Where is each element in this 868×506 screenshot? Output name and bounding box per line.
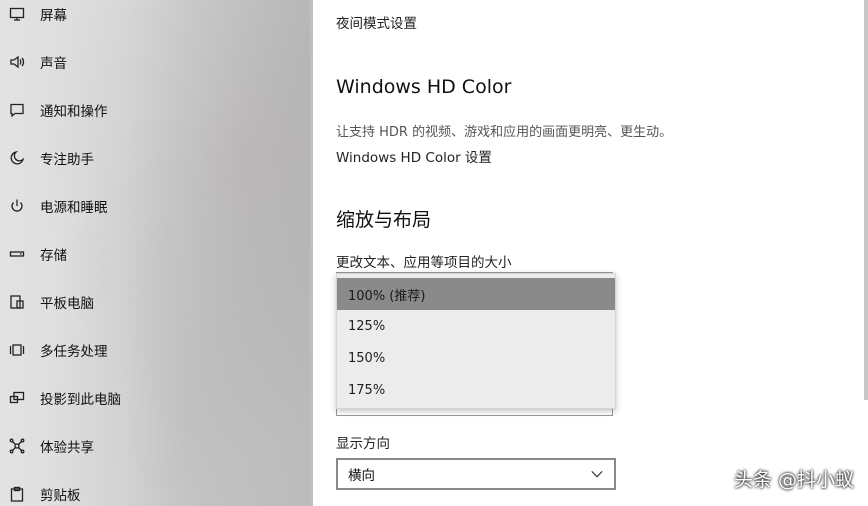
scale-label: 更改文本、应用等项目的大小 [336,255,512,271]
sidebar-item-project-to-pc[interactable]: 投影到此电脑 [0,376,310,420]
scale-option-175[interactable]: 175% [337,374,615,406]
sidebar-item-tablet[interactable]: 平板电脑 [0,280,310,324]
sidebar-item-sound[interactable]: 声音 [0,40,310,84]
sidebar-item-label: 平板电脑 [40,296,94,312]
orientation-value: 横向 [348,468,375,484]
moon-icon [8,149,26,167]
sidebar-item-multitasking[interactable]: 多任务处理 [0,328,310,372]
sidebar-item-label: 声音 [40,56,67,72]
hdr-settings-link[interactable]: Windows HD Color 设置 [336,146,492,166]
sidebar-item-focus-assist[interactable]: 专注助手 [0,136,310,180]
scale-option-150[interactable]: 150% [337,342,615,374]
sidebar-item-label: 剪贴板 [40,488,81,504]
monitor-icon [8,5,26,23]
watermark: 头条 @抖小蚁 [733,469,854,491]
sidebar-item-label: 通知和操作 [40,104,108,120]
sidebar-item-power[interactable]: 电源和睡眠 [0,184,310,228]
sidebar-item-shared-experiences[interactable]: 体验共享 [0,424,310,468]
power-icon [8,197,26,215]
sidebar-item-storage[interactable]: 存储 [0,232,310,276]
scale-layout-heading: 缩放与布局 [336,209,432,231]
sidebar-item-label: 存储 [40,248,67,264]
sidebar-item-display[interactable]: 屏幕 [0,0,310,36]
project-icon [8,389,26,407]
orientation-label: 显示方向 [336,436,390,452]
multitask-icon [8,341,26,359]
sidebar-item-label: 多任务处理 [40,344,108,360]
chevron-down-icon [590,466,606,482]
scale-dropdown-list: 100% (推荐) 125% 150% 175% [336,273,616,409]
clipboard-icon [8,485,26,503]
settings-sidebar: 屏幕 声音 通知和操作 专注助手 电源和睡眠 存储 平板电脑 多任务处理 投影到… [0,0,310,506]
speaker-icon [8,53,26,71]
scale-option-125[interactable]: 125% [337,310,615,342]
sidebar-item-label: 投影到此电脑 [40,392,121,408]
notification-icon [8,101,26,119]
scale-option-100[interactable]: 100% (推荐) [337,278,615,310]
hdr-heading: Windows HD Color [336,76,512,98]
display-settings-panel: 夜间模式设置 Windows HD Color 让支持 HDR 的视频、游戏和应… [313,0,868,506]
night-light-settings-link[interactable]: 夜间模式设置 [336,12,417,32]
storage-icon [8,245,26,263]
tablet-icon [8,293,26,311]
sidebar-item-notifications[interactable]: 通知和操作 [0,88,310,132]
orientation-combobox[interactable]: 横向 [336,458,616,490]
hdr-description: 让支持 HDR 的视频、游戏和应用的画面更明亮、更生动。 [336,125,673,140]
sidebar-item-label: 电源和睡眠 [40,200,108,216]
sidebar-item-label: 屏幕 [40,8,67,24]
sidebar-item-label: 体验共享 [40,440,94,456]
share-icon [8,437,26,455]
sidebar-item-clipboard[interactable]: 剪贴板 [0,472,310,506]
sidebar-item-label: 专注助手 [40,152,94,168]
scrollbar[interactable] [864,0,868,400]
